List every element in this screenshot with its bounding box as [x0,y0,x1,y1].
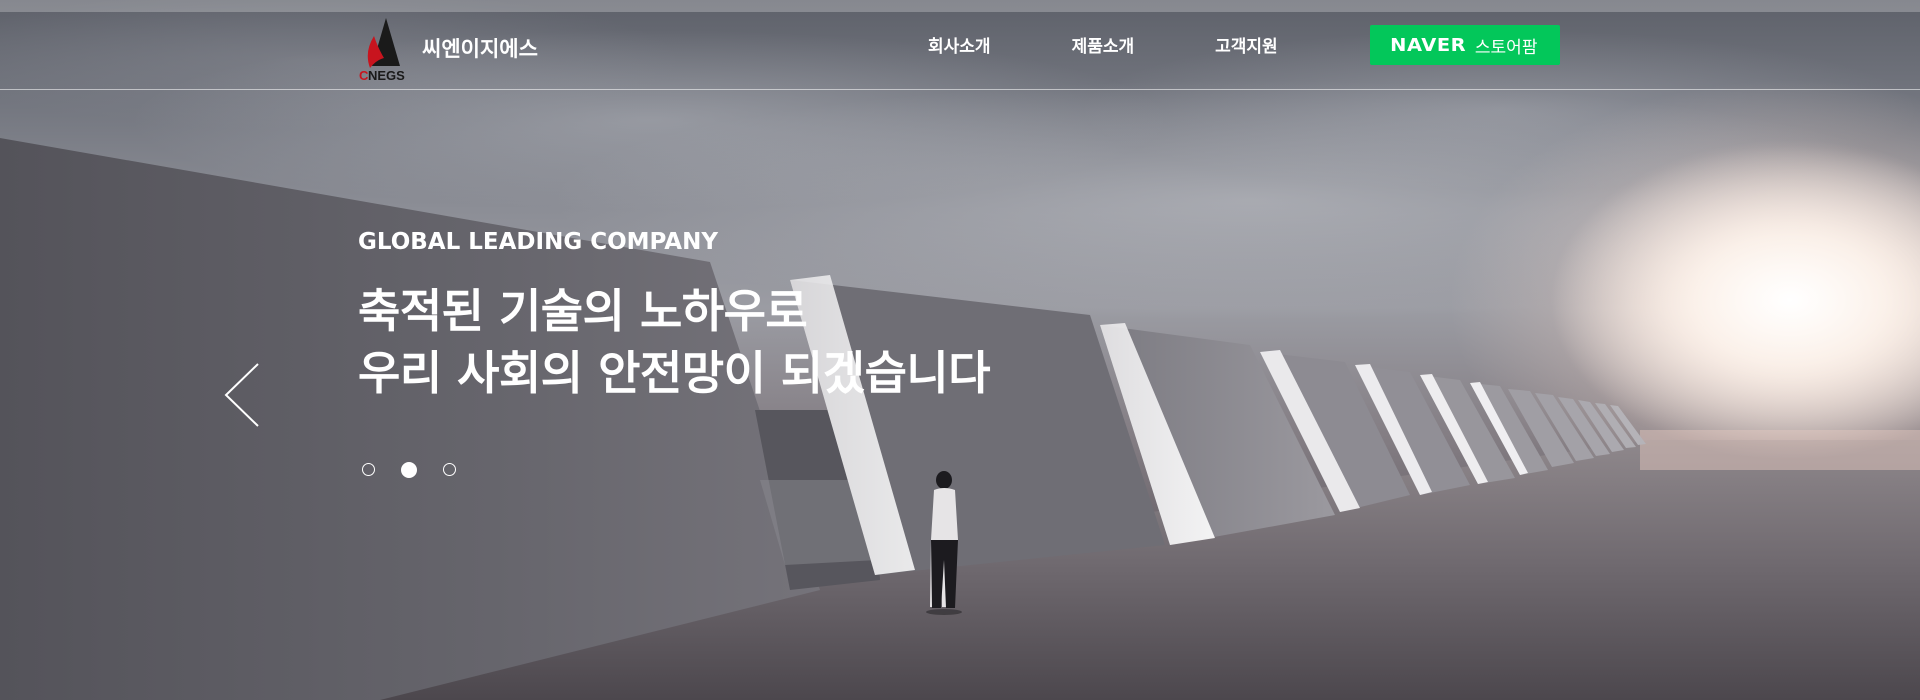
slider-dot-2[interactable] [401,461,417,478]
nav-item-support[interactable]: 고객지원 [1215,32,1278,57]
nav-item-company[interactable]: 회사소개 [928,32,991,57]
hero-banner: C NEGS 씨엔이지에스 회사소개 제품소개 고객지원 NAVER 스토어팜 … [0,0,1920,700]
naver-storefarm-button[interactable]: NAVER 스토어팜 [1370,25,1560,65]
cnegs-rocket-logo-icon: C NEGS [359,18,405,82]
slider-dots [362,461,482,478]
slider-dot-1[interactable] [362,463,375,476]
top-strip [0,0,1920,12]
naver-logo: NAVER [1389,34,1466,56]
hero-title-line-2: 우리 사회의 안전망이 되겠습니다 [358,346,991,400]
logo-text: 씨엔이지에스 [422,37,538,61]
slider-dot-3[interactable] [443,463,456,476]
site-header: C NEGS 씨엔이지에스 회사소개 제품소개 고객지원 NAVER 스토어팜 [0,12,1920,90]
chevron-left-icon[interactable] [222,362,262,428]
hero-title-line-1: 축적된 기술의 노하우로 [358,284,808,338]
nav-item-products[interactable]: 제품소개 [1072,32,1135,57]
site-logo[interactable]: C NEGS 씨엔이지에스 [358,14,538,82]
storefarm-label: 스토어팜 [1474,37,1538,58]
hero-title: 축적된 기술의 노하우로 우리 사회의 안전망이 되겠습니다 [358,280,991,404]
main-nav: 회사소개 제품소개 고객지원 [928,32,1278,57]
svg-text:NEGS: NEGS [368,68,405,82]
hero-subtitle: GLOBAL LEADING COMPANY [358,229,718,255]
